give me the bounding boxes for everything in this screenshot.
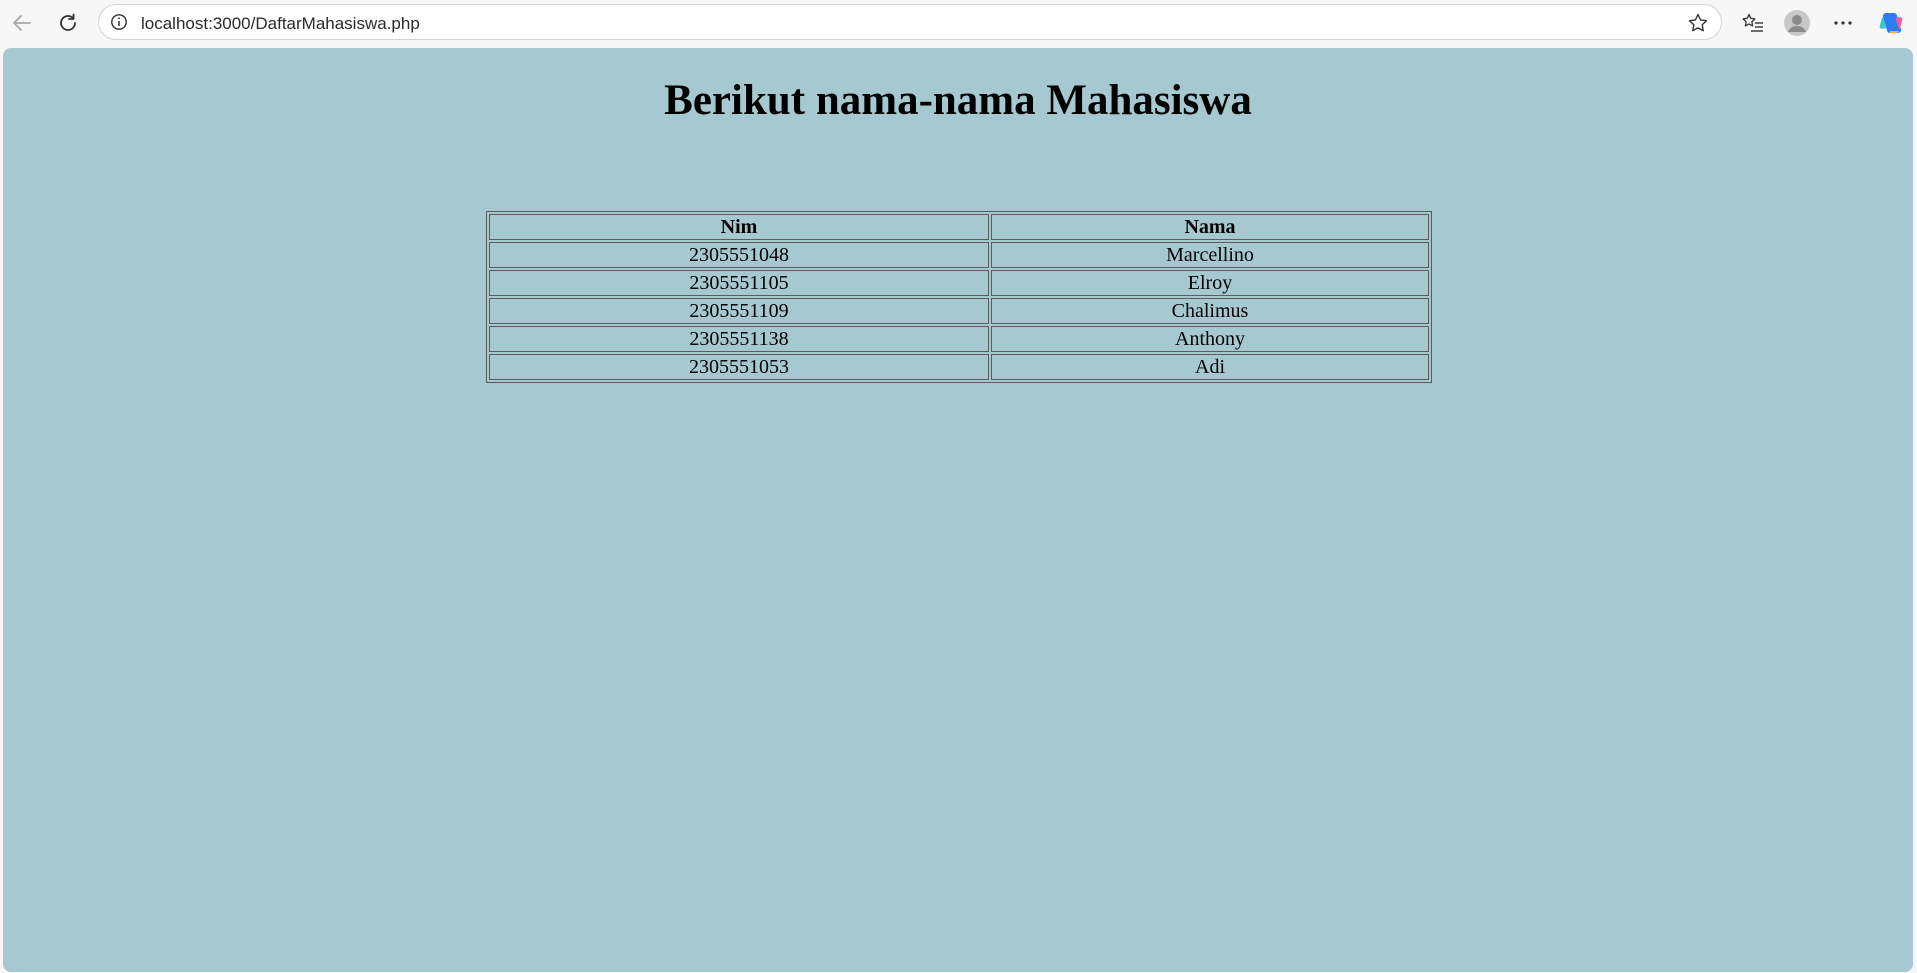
- cell-nim: 2305551105: [489, 270, 989, 296]
- header-nim: Nim: [489, 214, 989, 240]
- favorite-star-icon[interactable]: [1687, 12, 1709, 39]
- table-row: 2305551105 Elroy: [489, 270, 1429, 296]
- page-viewport: Berikut nama-nama Mahasiswa Nim Nama 230…: [3, 48, 1913, 972]
- back-arrow-icon[interactable]: [7, 8, 37, 38]
- refresh-icon[interactable]: [53, 8, 83, 38]
- table-row: 2305551053 Adi: [489, 354, 1429, 380]
- profile-avatar-icon[interactable]: [1782, 8, 1812, 38]
- cell-nim: 2305551048: [489, 242, 989, 268]
- table-row: 2305551109 Chalimus: [489, 298, 1429, 324]
- cell-nim: 2305551053: [489, 354, 989, 380]
- site-info-icon[interactable]: [110, 13, 128, 36]
- cell-nama: Marcellino: [991, 242, 1429, 268]
- header-nama: Nama: [991, 214, 1429, 240]
- table-header-row: Nim Nama: [489, 214, 1429, 240]
- favorites-list-icon[interactable]: [1738, 8, 1768, 38]
- cell-nama: Adi: [991, 354, 1429, 380]
- url-text[interactable]: localhost:3000/DaftarMahasiswa.php: [141, 14, 420, 34]
- table-row: 2305551138 Anthony: [489, 326, 1429, 352]
- student-table: Nim Nama 2305551048 Marcellino 230555110…: [486, 211, 1432, 383]
- cell-nama: Anthony: [991, 326, 1429, 352]
- more-options-icon[interactable]: [1828, 8, 1858, 38]
- page-title: Berikut nama-nama Mahasiswa: [664, 77, 1252, 124]
- browser-toolbar: localhost:3000/DaftarMahasiswa.php: [0, 0, 1917, 46]
- cell-nim: 2305551109: [489, 298, 989, 324]
- address-bar[interactable]: localhost:3000/DaftarMahasiswa.php: [98, 4, 1722, 40]
- cell-nama: Elroy: [991, 270, 1429, 296]
- cell-nama: Chalimus: [991, 298, 1429, 324]
- table-row: 2305551048 Marcellino: [489, 242, 1429, 268]
- copilot-icon[interactable]: [1876, 8, 1906, 38]
- cell-nim: 2305551138: [489, 326, 989, 352]
